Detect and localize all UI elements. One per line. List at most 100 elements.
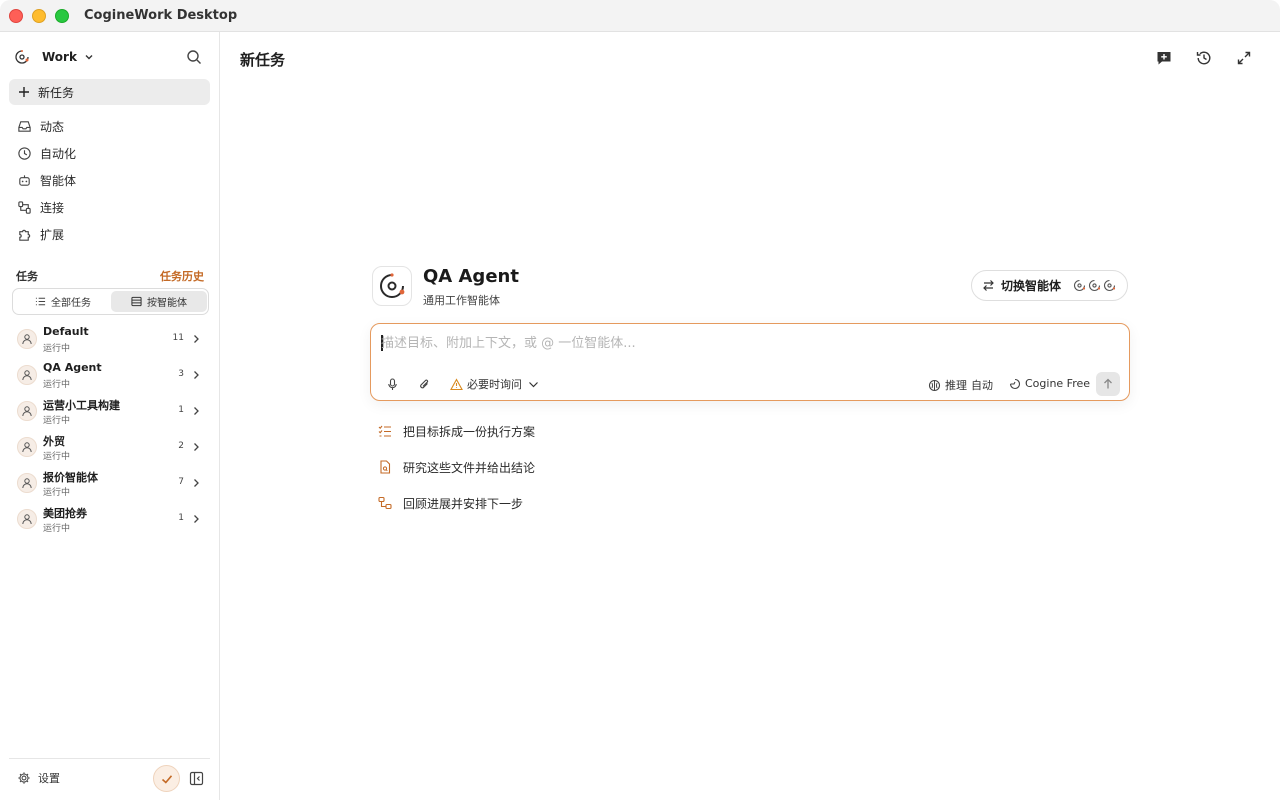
- suggestion-item[interactable]: 回顾进展并安排下一步: [378, 493, 523, 513]
- task-group-name: QA Agent: [43, 361, 102, 374]
- task-group-row[interactable]: Default 运行中 11: [12, 322, 208, 356]
- task-group-count: 1: [178, 513, 184, 523]
- sidebar-item-activity[interactable]: 动态: [9, 114, 210, 138]
- task-view-toggle: 全部任务 按智能体: [12, 288, 209, 315]
- task-history-link[interactable]: 任务历史: [160, 268, 204, 284]
- task-group-status: 运行中: [43, 416, 71, 426]
- chevron-right-icon: [194, 371, 199, 379]
- task-group-count: 7: [178, 477, 184, 487]
- expand-icon[interactable]: [1235, 49, 1253, 67]
- reasoning-value: 自动: [971, 379, 993, 392]
- main-panel: 新任务 QA Agent 通用工作智能体 切换智能体 描述目标、附加上下文，或 …: [221, 32, 1280, 800]
- switch-agent-button[interactable]: 切换智能体: [971, 270, 1128, 301]
- task-group-name: 美团抢券: [43, 507, 87, 520]
- suggestion-label: 回顾进展并安排下一步: [403, 496, 524, 511]
- task-group-row[interactable]: 美团抢券 运行中 1: [12, 502, 208, 536]
- workspace-name: Work: [42, 50, 77, 64]
- sidebar-item-automation[interactable]: 自动化: [9, 141, 210, 165]
- task-group-name: 外贸: [43, 435, 65, 448]
- agent-avatar-icon: [1074, 279, 1086, 292]
- app-title: CogineWork Desktop: [84, 8, 238, 23]
- user-icon: [22, 514, 32, 525]
- switch-agent-label: 切换智能体: [1001, 279, 1062, 293]
- clock-icon: [18, 146, 31, 160]
- task-group-name: 运营小工具构建: [43, 399, 120, 412]
- suggestion-item[interactable]: 把目标拆成一份执行方案: [378, 421, 535, 441]
- reasoning-selector[interactable]: 推理 自动: [928, 377, 993, 393]
- task-composer: 必要时询问 推理 自动 Cogine Free: [370, 323, 1130, 401]
- suggestion-item[interactable]: 研究这些文件并给出结论: [378, 457, 535, 477]
- checkmark-icon: [161, 774, 172, 784]
- task-group-name: 报价智能体: [43, 471, 98, 484]
- sidebar-item-label: 自动化: [40, 146, 77, 161]
- workflow-icon: [378, 496, 392, 510]
- close-window-button[interactable]: [9, 9, 23, 23]
- task-group-row[interactable]: 外贸 运行中 2: [12, 430, 208, 464]
- task-group-name: Default: [43, 325, 89, 338]
- task-group-status: 运行中: [43, 488, 71, 498]
- workspace-logo-icon: [15, 50, 29, 64]
- avatar: [17, 509, 37, 529]
- sidebar-item-agents[interactable]: 智能体: [9, 168, 210, 192]
- agent-subtitle: 通用工作智能体: [423, 294, 500, 307]
- tab-all-tasks[interactable]: 全部任务: [15, 291, 111, 312]
- task-group-status: 运行中: [43, 524, 71, 534]
- agent-logo-icon: [380, 273, 405, 298]
- robot-icon: [19, 174, 30, 186]
- settings-label: 设置: [38, 772, 60, 785]
- task-group-count: 3: [178, 369, 184, 379]
- user-icon: [22, 406, 32, 417]
- avatar: [17, 365, 37, 385]
- list-icon: [35, 297, 46, 306]
- tab-by-agent-label: 按智能体: [147, 298, 187, 309]
- tab-all-tasks-label: 全部任务: [51, 298, 91, 309]
- history-icon[interactable]: [1195, 49, 1213, 67]
- task-group-row[interactable]: 报价智能体 运行中 7: [12, 466, 208, 500]
- new-task-button[interactable]: 新任务: [9, 79, 210, 105]
- workspace-switcher[interactable]: Work: [14, 47, 95, 67]
- tab-by-agent[interactable]: 按智能体: [111, 291, 207, 312]
- suggestion-label: 研究这些文件并给出结论: [403, 460, 536, 475]
- tasks-section-header: 任务 任务历史: [16, 268, 204, 284]
- brain-icon: [928, 379, 941, 391]
- title-bar: CogineWork Desktop: [0, 0, 1280, 32]
- settings-button[interactable]: 设置: [17, 770, 60, 786]
- sidebar-item-extensions[interactable]: 扩展: [9, 222, 210, 246]
- microphone-icon[interactable]: [386, 378, 399, 391]
- agent-logo: [372, 266, 412, 306]
- sidebar-item-label: 扩展: [40, 227, 65, 242]
- zoom-window-button[interactable]: [55, 9, 69, 23]
- task-group-row[interactable]: 运营小工具构建 运行中 1: [12, 394, 208, 428]
- avatar: [17, 437, 37, 457]
- chevron-right-icon: [194, 443, 199, 451]
- reasoning-label: 推理: [945, 379, 967, 392]
- document-icon: [380, 460, 391, 474]
- sidebar-item-connections[interactable]: 连接: [9, 195, 210, 219]
- chevron-right-icon: [194, 515, 199, 523]
- search-icon[interactable]: [186, 49, 202, 65]
- sidebar-item-label: 动态: [40, 119, 65, 134]
- collapse-sidebar-icon[interactable]: [189, 771, 204, 786]
- agent-avatar-icon: [1089, 279, 1101, 292]
- paperclip-icon[interactable]: [418, 378, 431, 391]
- task-group-row[interactable]: QA Agent 运行中 3: [12, 358, 208, 392]
- chevron-right-icon: [194, 479, 199, 487]
- new-chat-icon[interactable]: [1155, 49, 1173, 67]
- checklist-icon: [378, 425, 391, 437]
- task-input[interactable]: [381, 332, 1101, 354]
- sidebar-divider: [9, 758, 210, 759]
- model-label: Cogine Free: [1025, 377, 1091, 390]
- sidebar-item-label: 智能体: [40, 173, 77, 188]
- user-icon: [22, 334, 32, 345]
- model-icon: [1009, 378, 1021, 389]
- chevron-right-icon: [194, 335, 199, 343]
- ask-mode-dropdown[interactable]: 必要时询问: [450, 376, 539, 392]
- model-selector[interactable]: Cogine Free: [1009, 377, 1090, 390]
- send-button[interactable]: [1096, 372, 1120, 396]
- task-check-button[interactable]: [153, 765, 180, 792]
- minimize-window-button[interactable]: [32, 9, 46, 23]
- tasks-section-label: 任务: [16, 270, 38, 283]
- chevron-down-icon: [85, 55, 93, 60]
- task-group-status: 运行中: [43, 380, 71, 390]
- avatar: [17, 401, 37, 421]
